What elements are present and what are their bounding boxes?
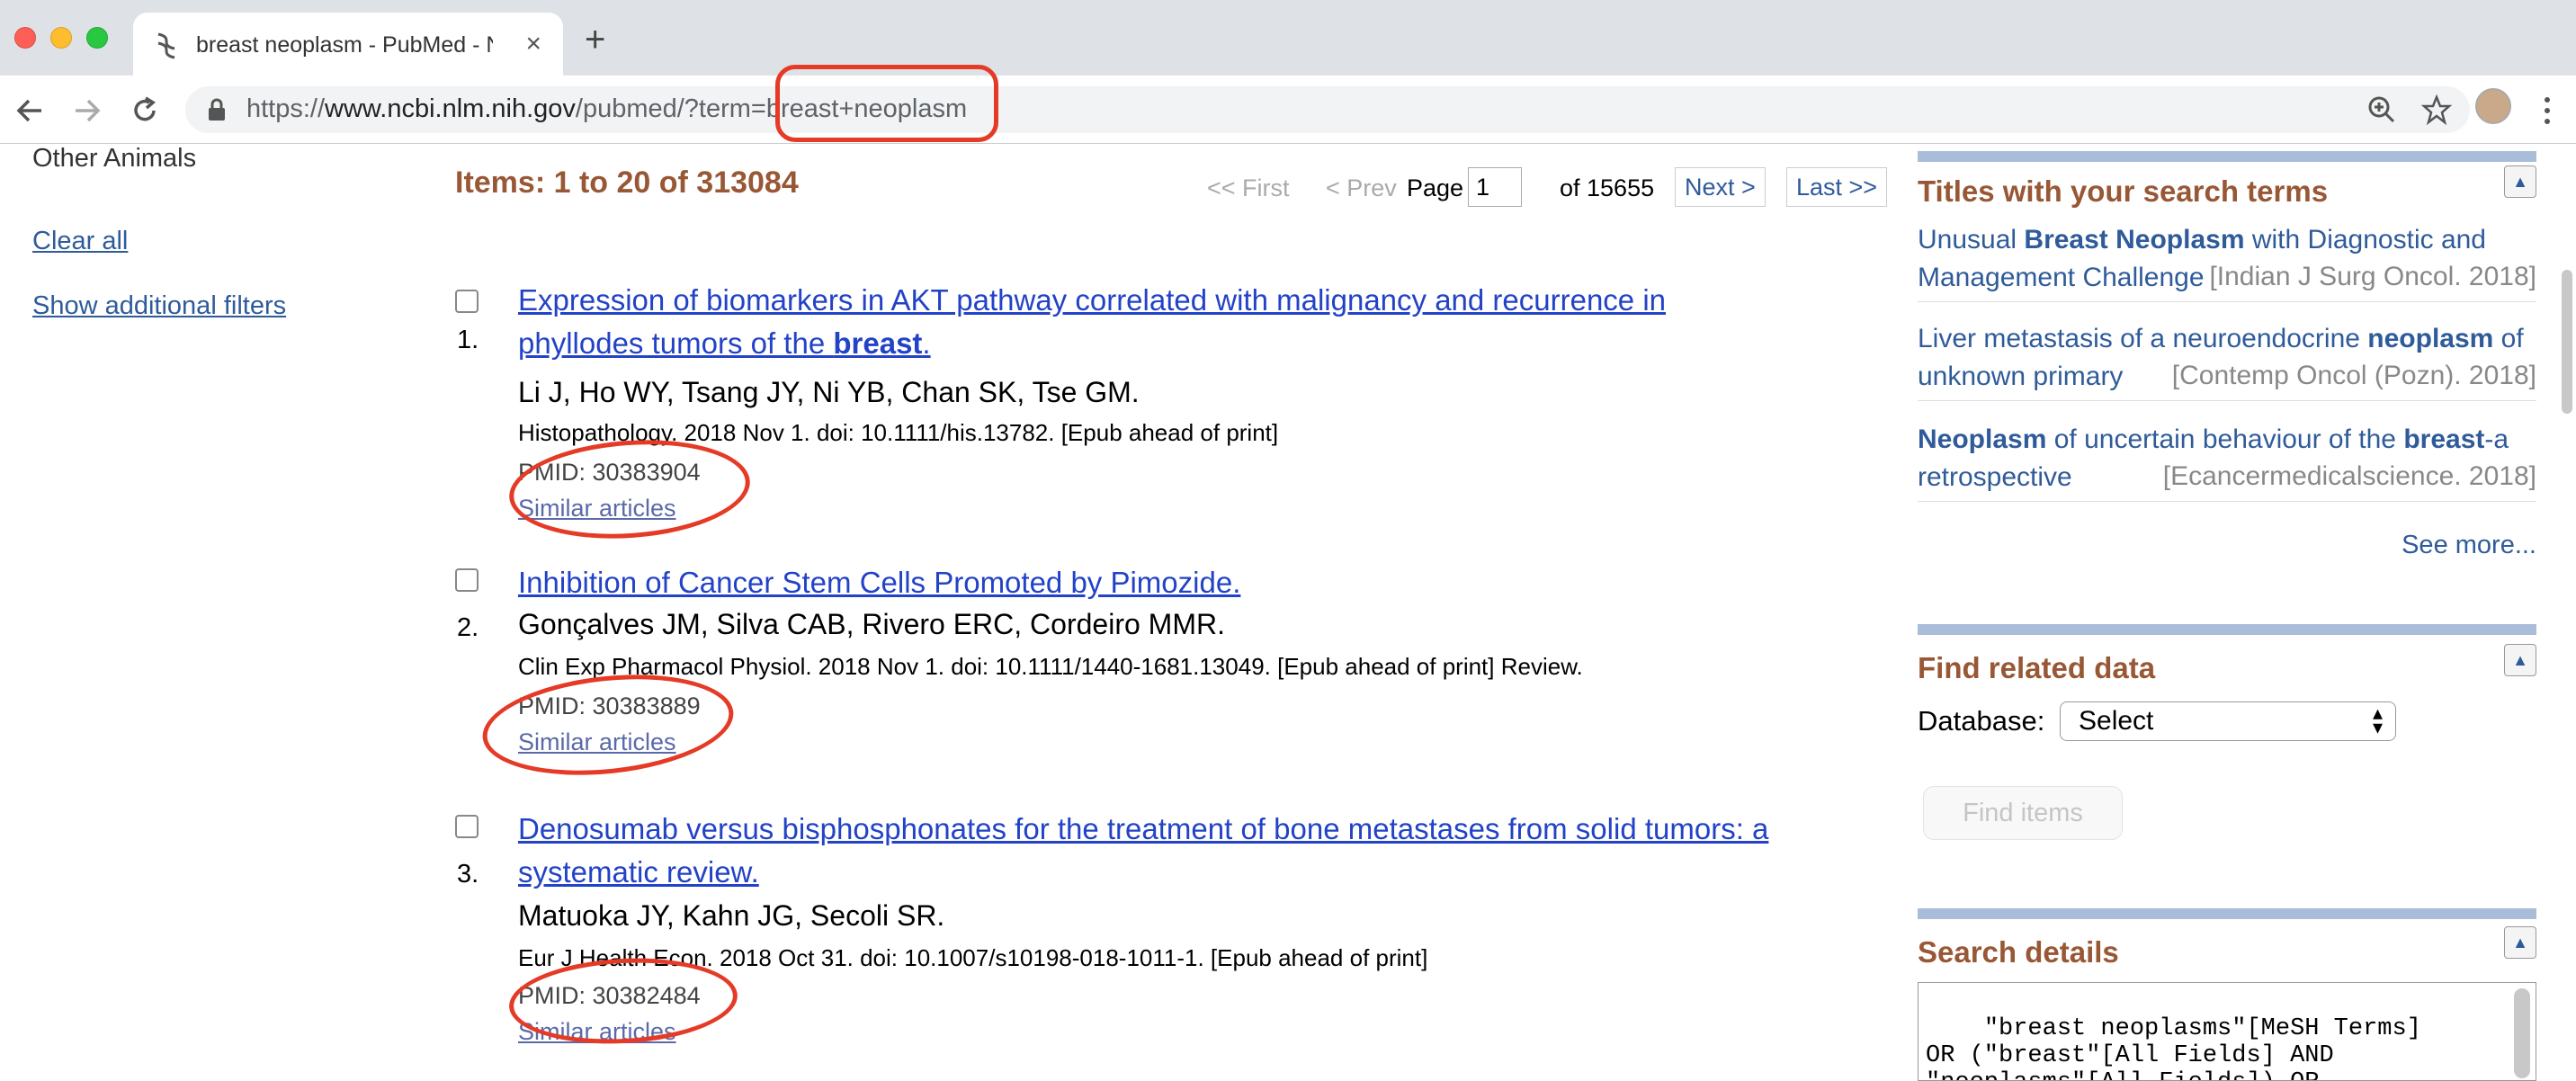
select-arrows-icon: ▴ ▾: [2372, 701, 2383, 738]
related-portlet-bar: [1918, 624, 2536, 635]
page-scrollbar[interactable]: [2562, 270, 2572, 414]
result-journal: Histopathology. 2018 Nov 1. doi: 10.1111…: [518, 419, 1279, 446]
result-title-line1: Denosumab versus bisphosphonates for the…: [518, 812, 1769, 845]
result-number: 1.: [457, 326, 479, 354]
related-title-highlight: Breast Neoplasm: [2024, 225, 2245, 255]
browser-chrome: breast neoplasm - PubMed - NCBI × + http…: [0, 0, 2576, 144]
lock-icon: [209, 98, 225, 121]
url-query: breast+neoplasm: [765, 94, 968, 123]
result-checkbox[interactable]: [455, 290, 479, 313]
address-bar[interactable]: https://www.ncbi.nlm.nih.gov/pubmed/?ter…: [185, 86, 2470, 133]
textarea-scrollbar[interactable]: [2514, 988, 2530, 1078]
reload-icon[interactable]: [130, 95, 160, 126]
related-title-source: [Contemp Oncol (Pozn). 2018]: [2166, 357, 2536, 395]
database-label: Database:: [1918, 705, 2045, 737]
page-number-input[interactable]: 1: [1468, 167, 1522, 207]
result-checkbox[interactable]: [455, 815, 479, 838]
related-title-item[interactable]: Neoplasm of uncertain behaviour of the b…: [1918, 421, 2536, 502]
database-select-value: Select: [2079, 706, 2154, 736]
related-title-highlight: breast: [2403, 424, 2485, 454]
result-title-line2: systematic review.: [518, 855, 759, 889]
page-label: Page: [1407, 174, 1464, 201]
back-arrow-icon[interactable]: [14, 95, 45, 126]
tab-pubmed[interactable]: breast neoplasm - PubMed - NCBI ×: [133, 13, 563, 76]
search-details-header: Search details: [1918, 935, 2119, 969]
titles-header: Titles with your search terms: [1918, 174, 2329, 208]
first-page-link: << First: [1207, 174, 1290, 201]
see-more-link[interactable]: See more...: [2402, 531, 2536, 560]
result-title-link[interactable]: Denosumab versus bisphosphonates for the…: [518, 808, 1885, 894]
result-pmid: PMID: 30383904: [518, 459, 701, 486]
result-title-highlight: breast: [833, 326, 923, 360]
similar-articles-link[interactable]: Similar articles: [518, 728, 676, 756]
filter-other-animals[interactable]: Other Animals: [32, 144, 196, 174]
url-path: /pubmed/?term=: [575, 94, 766, 123]
collapse-chevron-up-icon[interactable]: ▲: [2504, 644, 2536, 676]
minimize-window-button[interactable]: [50, 27, 72, 49]
annotation-circle-pmid-1: [505, 432, 754, 547]
result-authors: Matuoka JY, Kahn JG, Secoli SR.: [518, 899, 945, 932]
similar-articles-link[interactable]: Similar articles: [518, 1018, 676, 1046]
prev-page-link: < Prev: [1326, 174, 1397, 201]
bookmark-star-icon[interactable]: [2421, 94, 2452, 125]
result-number: 3.: [457, 860, 479, 889]
close-window-button[interactable]: [14, 27, 36, 49]
tab-title: breast neoplasm - PubMed - NCBI: [196, 32, 493, 58]
related-title-item[interactable]: Liver metastasis of a neuroendocrine neo…: [1918, 320, 2536, 401]
zoom-window-button[interactable]: [86, 27, 108, 49]
url-host: www.ncbi.nlm.nih.gov: [325, 94, 576, 123]
similar-articles-link[interactable]: Similar articles: [518, 495, 676, 523]
collapse-chevron-up-icon[interactable]: ▲: [2504, 165, 2536, 198]
forward-arrow-icon[interactable]: [72, 95, 103, 126]
new-tab-button[interactable]: +: [585, 20, 605, 60]
collapse-chevron-up-icon[interactable]: ▲: [2504, 926, 2536, 959]
result-checkbox[interactable]: [455, 568, 479, 592]
search-details-textarea[interactable]: "breast neoplasms"[MeSH Terms] OR ("brea…: [1918, 982, 2536, 1081]
tab-close-icon[interactable]: ×: [525, 29, 541, 59]
clear-all-link[interactable]: Clear all: [32, 227, 128, 256]
result-title-link[interactable]: Inhibition of Cancer Stem Cells Promoted…: [518, 561, 1885, 604]
menu-kebab-icon[interactable]: [2542, 95, 2553, 126]
result-journal: Eur J Health Econ. 2018 Oct 31. doi: 10.…: [518, 944, 1428, 971]
related-title-text: of uncertain behaviour of the: [2046, 424, 2404, 454]
search-details-text: "breast neoplasms"[MeSH Terms] OR ("brea…: [1926, 1015, 2421, 1080]
result-authors: Gonçalves JM, Silva CAB, Rivero ERC, Cor…: [518, 608, 1225, 640]
related-title-text: Liver metastasis of a neuroendocrine: [1918, 324, 2368, 353]
result-number: 2.: [457, 613, 479, 642]
result-pmid: PMID: 30383889: [518, 692, 701, 719]
annotation-circle-pmid-2: [478, 663, 738, 787]
titles-portlet-bar: [1918, 151, 2536, 162]
result-authors: Li J, Ho WY, Tsang JY, Ni YB, Chan SK, T…: [518, 376, 1140, 408]
database-select[interactable]: Select ▴ ▾: [2060, 701, 2396, 741]
related-title-highlight: Neoplasm: [1918, 424, 2047, 454]
result-title-line1: Expression of biomarkers in AKT pathway …: [518, 283, 1667, 317]
profile-avatar[interactable]: [2475, 88, 2511, 124]
result-title-line1: Inhibition of Cancer Stem Cells Promoted…: [518, 566, 1241, 599]
related-title-source: [Ecancermedicalscience. 2018]: [2157, 458, 2536, 496]
result-pmid: PMID: 30382484: [518, 982, 701, 1009]
result-journal: Clin Exp Pharmacol Physiol. 2018 Nov 1. …: [518, 653, 1583, 680]
next-page-button[interactable]: Next >: [1675, 167, 1766, 207]
details-portlet-bar: [1918, 908, 2536, 919]
tab-strip: breast neoplasm - PubMed - NCBI × +: [0, 0, 2576, 76]
find-items-button[interactable]: Find items: [1923, 786, 2123, 840]
related-title-item[interactable]: Unusual Breast Neoplasm with Diagnostic …: [1918, 221, 2536, 302]
pubmed-favicon-icon: [157, 32, 175, 59]
last-page-button[interactable]: Last >>: [1786, 167, 1888, 207]
page-total: of 15655: [1560, 174, 1655, 201]
url-text: https://www.ncbi.nlm.nih.gov/pubmed/?ter…: [246, 94, 967, 124]
result-title-line2-end: .: [922, 326, 931, 360]
url-scheme: https://: [246, 94, 326, 123]
related-title-source: [Indian J Surg Oncol. 2018]: [2204, 258, 2536, 296]
find-related-header: Find related data: [1918, 651, 2156, 684]
result-title-line2-start: phyllodes tumors of the: [518, 326, 834, 360]
zoom-icon[interactable]: [2367, 95, 2396, 124]
related-title-highlight: neoplasm: [2367, 324, 2494, 353]
browser-toolbar: https://www.ncbi.nlm.nih.gov/pubmed/?ter…: [0, 76, 2576, 144]
show-additional-filters-link[interactable]: Show additional filters: [32, 291, 286, 321]
result-title-link[interactable]: Expression of biomarkers in AKT pathway …: [518, 279, 1885, 365]
items-count: Items: 1 to 20 of 313084: [455, 165, 799, 200]
related-title-text: Unusual: [1918, 225, 2025, 255]
